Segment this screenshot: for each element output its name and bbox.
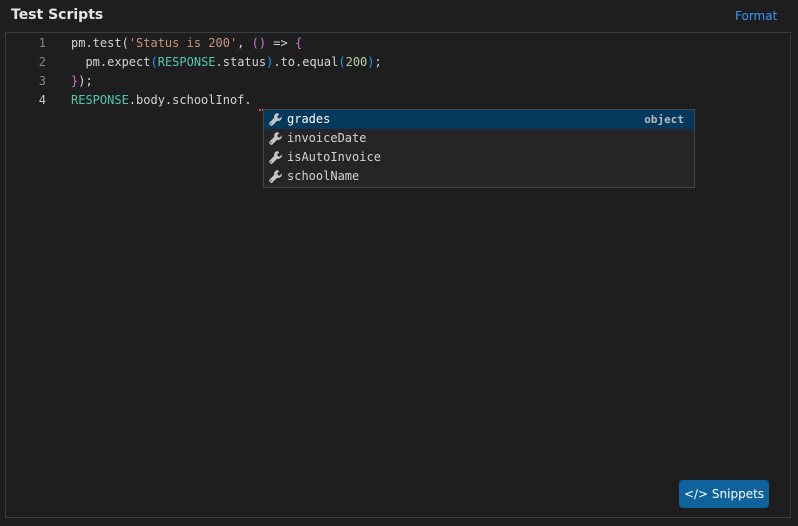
suggestion-label: isAutoInvoice [287,150,381,164]
code-line[interactable]: 3}); [6,72,786,91]
format-link[interactable]: Format [735,9,777,23]
suggestion-item[interactable]: isAutoInvoice [264,148,694,167]
wrench-icon [268,169,283,184]
code-token: ( [338,55,346,69]
code-editor[interactable]: 1 pm.test('Status is 200', () => {2 pm.ex… [5,32,791,518]
suggestion-label: invoiceDate [287,131,367,145]
line-number: 3 [38,74,46,88]
suggestion-item[interactable]: grades object [264,110,694,129]
code-text: pm.expect(RESPONSE.status).to.equal(200)… [71,53,382,72]
code-token: 200 [345,55,368,69]
code-token: 'Status is 200' [128,36,238,50]
line-number: 2 [38,55,46,69]
suggestion-type: object [644,113,684,126]
code-text: RESPONSE.body.schoolInof. [71,91,252,110]
code-token: .status [215,55,267,69]
code-token: RESPONSE [157,55,216,69]
panel-title: Test Scripts [11,7,104,23]
code-token: pm.test( [71,36,129,50]
code-token: () [251,36,267,50]
snippets-button[interactable]: </> Snippets [679,480,769,508]
wrench-icon [268,131,283,146]
code-token: => [266,36,295,50]
code-text: }); [71,72,93,91]
suggestion-item[interactable]: invoiceDate [264,129,694,148]
code-text: pm.test('Status is 200', () => { [71,34,302,53]
code-token: .to.equal [273,55,339,69]
suggestion-label: grades [287,112,331,126]
code-token: ( [150,55,158,69]
wrench-icon [268,112,283,127]
code-line[interactable]: 2 pm.expect(RESPONSE.status).to.equal(20… [6,53,786,72]
code-token: { [294,36,303,50]
suggestion-label: schoolName [287,169,360,183]
line-number: 1 [38,36,46,50]
panel-header: Test Scripts Format [0,0,798,32]
code-line[interactable]: 1 pm.test('Status is 200', () => { [6,34,786,53]
code-token: ; [374,55,382,69]
code-token: ) [367,55,375,69]
autocomplete-popup: grades object invoiceDate isAutoInvoice scho… [263,109,695,188]
suggestion-item[interactable]: schoolName [264,167,694,186]
code-token: pm.expect [71,55,151,69]
code-line[interactable]: 4 RESPONSE.body.schoolInof. [6,91,786,110]
line-number: 4 [38,93,46,107]
code-token: RESPONSE [71,93,129,107]
code-token: ); [78,74,93,88]
code-token: .body.schoolInof. [128,93,252,107]
code-token: , [237,36,252,50]
wrench-icon [268,150,283,165]
